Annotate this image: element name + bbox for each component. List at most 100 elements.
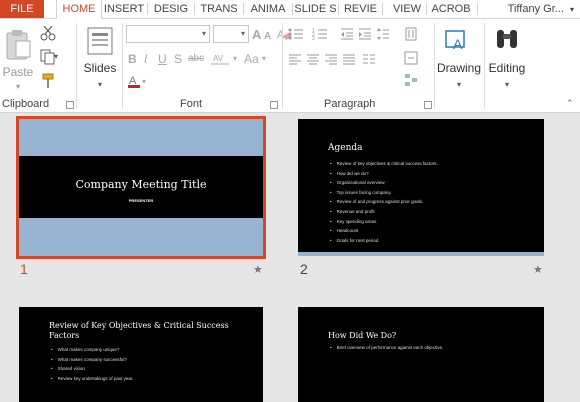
align-right-icon[interactable]	[324, 53, 338, 65]
list-item: Goals for next period	[330, 236, 438, 246]
columns-icon[interactable]	[362, 53, 376, 65]
ribbon-home: Paste ▾ ▾ Clipboard Slides ▾ ▾ ▾ A A A B…	[0, 19, 580, 113]
underline-button[interactable]: U	[158, 51, 167, 67]
font-size-dropdown[interactable]: ▾	[213, 25, 249, 43]
bullets-icon[interactable]	[288, 27, 304, 41]
format-painter-icon[interactable]	[40, 73, 56, 89]
svg-text:A: A	[453, 36, 463, 52]
font-name-dropdown[interactable]: ▾	[126, 25, 210, 43]
shadow-button[interactable]: S	[174, 51, 182, 67]
slide-title: Agenda	[328, 143, 363, 153]
title-band: Company Meeting Title PRESENTER	[19, 156, 263, 218]
numbering-icon[interactable]: 123	[312, 27, 328, 41]
tab-design[interactable]: DESIG	[148, 0, 194, 18]
align-text-icon[interactable]	[404, 51, 418, 65]
tab-slide-show[interactable]: SLIDE S	[293, 0, 338, 18]
list-item: Brief overview of performance against ea…	[330, 343, 444, 353]
tab-home[interactable]: HOME	[56, 0, 102, 19]
shrink-font-button[interactable]: A	[264, 29, 271, 45]
group-divider	[434, 23, 435, 109]
svg-text:AV: AV	[213, 54, 224, 63]
text-direction-icon[interactable]	[404, 27, 418, 41]
paragraph-launcher-icon[interactable]	[424, 101, 432, 109]
align-left-icon[interactable]	[288, 53, 302, 65]
list-item: Key spending areas	[330, 217, 438, 227]
tab-separator	[382, 3, 383, 15]
font-launcher-icon[interactable]	[270, 101, 278, 109]
justify-icon[interactable]	[342, 53, 356, 65]
bullet-list: What makes company unique? What makes co…	[51, 345, 134, 384]
slide-thumbnail-3[interactable]: Review of Key Objectives & Critical Succ…	[19, 307, 263, 402]
tab-review[interactable]: REVIE	[339, 0, 382, 18]
group-divider	[484, 23, 485, 109]
editing-label: Editing	[488, 61, 526, 75]
tab-file[interactable]: FILE	[0, 0, 44, 18]
decrease-indent-icon[interactable]	[340, 27, 354, 41]
tab-transitions[interactable]: TRANS	[195, 0, 243, 18]
clipboard-icon	[6, 30, 31, 60]
list-item: Review of and progress against prior goa…	[330, 197, 438, 207]
star-icon: ★	[533, 264, 543, 276]
convert-to-smartart-icon[interactable]	[404, 73, 418, 87]
chevron-down-icon: ▾	[456, 80, 461, 89]
tab-acrobat[interactable]: ACROB	[427, 0, 475, 18]
chevron-down-icon: ▾	[15, 82, 20, 91]
slide-number: 1	[20, 261, 28, 277]
slide-subtitle: PRESENTER	[128, 198, 154, 203]
slide-title: Company Meeting Title	[75, 178, 207, 191]
group-divider	[282, 23, 283, 109]
group-divider	[76, 23, 77, 109]
font-group-label: Font	[180, 98, 203, 110]
slide-title: Review of Key Objectives & Critical Succ…	[49, 321, 229, 340]
list-item: How did we do?	[330, 169, 438, 179]
font-color-icon[interactable]: A	[126, 73, 142, 89]
italic-button[interactable]: I	[144, 51, 147, 67]
new-slide-button[interactable]: Slides ▾	[80, 25, 120, 89]
paragraph-group-label: Paragraph	[324, 98, 376, 110]
collapse-ribbon-icon[interactable]: ⌃	[566, 95, 574, 111]
chevron-down-icon: ▾	[233, 54, 238, 63]
list-item: Review of key objectives & critical succ…	[330, 159, 438, 169]
slide-title: How Did We Do?	[328, 331, 397, 340]
list-item: Top issues facing company.	[330, 188, 438, 198]
align-center-icon[interactable]	[306, 53, 320, 65]
list-item: Review key undertakings of past year.	[51, 374, 134, 384]
slides-label: Slides	[83, 61, 117, 75]
user-name: Tiffany Gr...	[507, 3, 564, 15]
bold-button[interactable]: B	[128, 51, 137, 67]
new-slide-icon	[87, 27, 113, 55]
shapes-icon: A	[445, 30, 465, 52]
strikethrough-button[interactable]: abc	[188, 51, 204, 67]
tab-insert[interactable]: INSERT	[101, 0, 147, 18]
tab-view[interactable]: VIEW	[388, 0, 426, 18]
increase-indent-icon[interactable]	[358, 27, 372, 41]
ribbon-tab-bar: FILE HOME INSERT DESIG TRANS ANIMA SLIDE…	[0, 0, 580, 19]
editing-button[interactable]: Editing ▾	[486, 25, 528, 89]
star-icon: ★	[253, 264, 263, 276]
slide-thumbnail-4[interactable]: How Did We Do? Brief overview of perform…	[298, 307, 544, 402]
character-spacing-icon[interactable]: AV	[210, 52, 230, 66]
paste-button[interactable]: Paste ▾	[2, 27, 34, 91]
footer-band	[298, 252, 544, 256]
drawing-button[interactable]: A Drawing ▾	[436, 25, 482, 89]
svg-text:3: 3	[312, 36, 315, 41]
slide-sorter: Company Meeting Title PRESENTER 1 ★ Agen…	[0, 113, 580, 402]
chevron-down-icon: ▾	[240, 29, 245, 38]
user-account[interactable]: Tiffany Gr... ▾	[508, 0, 580, 18]
chevron-down-icon: ▾	[201, 29, 206, 38]
group-divider	[122, 23, 123, 109]
line-spacing-icon[interactable]	[376, 27, 390, 41]
change-case-button[interactable]: Aa	[244, 51, 259, 67]
grow-font-button[interactable]: A	[252, 27, 261, 43]
chevron-down-icon: ▾	[54, 52, 59, 61]
tab-animations[interactable]: ANIMA	[244, 0, 292, 18]
binoculars-icon	[497, 30, 517, 48]
slide-thumbnail-2[interactable]: Agenda Review of key objectives & critic…	[298, 119, 544, 256]
cut-icon[interactable]	[40, 25, 56, 41]
slide-thumbnail-1[interactable]: Company Meeting Title PRESENTER	[19, 119, 263, 256]
chevron-down-icon: ▾	[142, 77, 147, 86]
chevron-down-icon: ▾	[569, 5, 574, 14]
clipboard-launcher-icon[interactable]	[66, 101, 74, 109]
chevron-down-icon: ▾	[97, 80, 102, 89]
list-item: What makes company successful?	[51, 355, 133, 365]
